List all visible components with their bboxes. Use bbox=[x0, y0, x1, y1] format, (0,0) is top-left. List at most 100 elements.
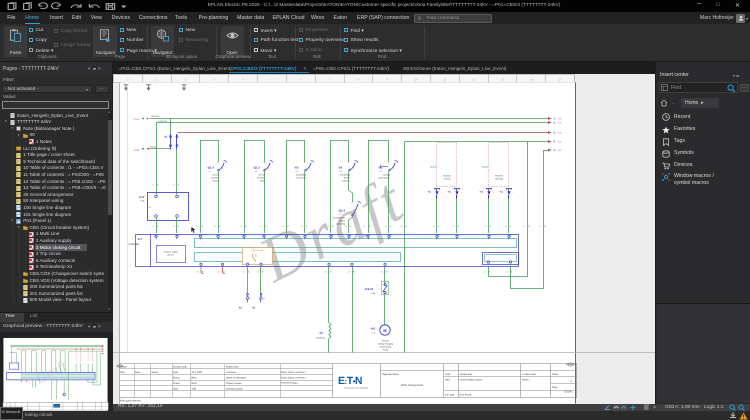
svg-text:Code: Code bbox=[445, 373, 451, 376]
svg-text:motor: motor bbox=[383, 349, 389, 352]
svg-text:D: D bbox=[554, 122, 556, 125]
svg-text:2: 2 bbox=[304, 161, 305, 164]
svg-text:=: = bbox=[493, 192, 494, 194]
svg-text:Date: Date bbox=[135, 371, 141, 374]
svg-text:opening: opening bbox=[495, 178, 504, 181]
svg-text:Status: Status bbox=[121, 366, 128, 369]
svg-text:-X1: -X1 bbox=[427, 191, 431, 194]
svg-text:-X1: -X1 bbox=[447, 191, 451, 194]
svg-text:System data: System data bbox=[460, 373, 473, 376]
svg-text:Remote: Remote bbox=[495, 175, 503, 178]
svg-text:selector: selector bbox=[342, 180, 350, 183]
svg-text:Powering Business Worldwide: Powering Business Worldwide bbox=[344, 386, 368, 389]
svg-text:24VDC: 24VDC bbox=[382, 340, 389, 343]
svg-text:blocking: blocking bbox=[317, 336, 326, 339]
svg-text:Inst. type: Inst. type bbox=[445, 393, 455, 396]
svg-text:2: 2 bbox=[351, 202, 352, 205]
svg-text:-Q1.3: -Q1.3 bbox=[253, 167, 260, 170]
svg-text:-X1: -X1 bbox=[479, 191, 483, 194]
svg-text:1: 1 bbox=[179, 218, 180, 221]
svg-text:=: = bbox=[513, 192, 514, 194]
svg-text:-K7: -K7 bbox=[138, 237, 143, 241]
svg-text:M: M bbox=[383, 329, 386, 333]
svg-text:-X1: -X1 bbox=[252, 307, 257, 310]
svg-text:C: C bbox=[554, 118, 556, 121]
svg-text:24-B: 24-B bbox=[134, 149, 139, 152]
svg-text:-Q1.4: -Q1.4 bbox=[207, 167, 214, 170]
svg-text:Date: Date bbox=[173, 371, 179, 374]
svg-text:Drawn: Drawn bbox=[173, 377, 180, 380]
svg-text:spring charging: spring charging bbox=[378, 343, 394, 346]
svg-text:1: 1 bbox=[179, 194, 180, 197]
svg-text:2: 2 bbox=[388, 161, 389, 164]
svg-text:E:T•N: E:T•N bbox=[338, 375, 362, 387]
svg-text:-K12: -K12 bbox=[139, 196, 145, 199]
svg-text:2: 2 bbox=[348, 161, 349, 164]
svg-text:1: 1 bbox=[309, 167, 310, 170]
svg-text:Appr.: Appr. bbox=[173, 388, 179, 391]
svg-text:1: 1 bbox=[393, 167, 394, 170]
svg-text:Rev.: Rev. bbox=[121, 371, 126, 374]
svg-text:Drawing number: Drawing number bbox=[226, 388, 243, 391]
svg-text:push-button: push-button bbox=[378, 177, 390, 180]
svg-text:Controller: Controller bbox=[129, 243, 140, 246]
svg-text:Panel 1: Panel 1 bbox=[522, 379, 531, 382]
svg-text:15/160: 15/160 bbox=[564, 390, 572, 393]
svg-text:Eaton_Eplan Live Event: Eaton_Eplan Live Event bbox=[281, 377, 306, 380]
svg-text:Sheet: Sheet bbox=[552, 373, 558, 376]
svg-text:closed: closed bbox=[212, 180, 219, 183]
svg-text:1a: 1a bbox=[250, 297, 252, 300]
svg-text:CBS: CBS bbox=[445, 379, 450, 382]
svg-text:1: 1 bbox=[158, 218, 159, 221]
svg-text:G: G bbox=[554, 149, 556, 152]
svg-text:Project data: Project data bbox=[226, 366, 239, 369]
svg-text:2: 2 bbox=[217, 161, 218, 164]
svg-text:Location data: Location data bbox=[522, 373, 537, 376]
svg-text:Circuit: Circuit bbox=[213, 174, 220, 177]
svg-text:1: 1 bbox=[353, 167, 354, 170]
svg-text:Name of switchgear: Name of switchgear bbox=[226, 377, 247, 380]
svg-text:-L24V DC: -L24V DC bbox=[158, 120, 168, 123]
svg-text:Page: Page bbox=[552, 386, 558, 389]
svg-text:Name: Name bbox=[152, 371, 159, 374]
svg-text:Auxiliary supply: Auxiliary supply bbox=[164, 251, 178, 254]
svg-text:Customer: Customer bbox=[226, 371, 236, 374]
svg-text:Check.: Check. bbox=[173, 382, 181, 385]
svg-text:-X1: -X1 bbox=[499, 191, 503, 194]
svg-text:EAR rights reserved: EAR rights reserved bbox=[120, 400, 141, 403]
svg-text:=: = bbox=[461, 192, 462, 194]
svg-text:BRC: BRC bbox=[192, 377, 197, 380]
svg-text:EXT: EXT bbox=[431, 165, 437, 169]
svg-text:remote ready: remote ready bbox=[252, 249, 264, 252]
svg-text:-X1: -X1 bbox=[164, 136, 169, 139]
svg-text:breaker: breaker bbox=[211, 177, 219, 180]
svg-text:-Y5: -Y5 bbox=[319, 331, 324, 335]
svg-text:Remote: Remote bbox=[443, 175, 451, 178]
svg-text:Changeover: Changeover bbox=[333, 217, 345, 220]
svg-text:-K9-X1: -K9-X1 bbox=[365, 287, 374, 291]
svg-text:Eaton_Eplan Live Event: Eaton_Eplan Live Event bbox=[281, 371, 306, 374]
svg-text:Controlled: Controlled bbox=[340, 174, 351, 177]
svg-text:by the S0: by the S0 bbox=[297, 177, 307, 180]
svg-text:1: 1 bbox=[268, 167, 269, 170]
svg-text:Closing: Closing bbox=[383, 174, 391, 177]
svg-text:RSN: RSN bbox=[192, 382, 197, 385]
svg-text:closing: closing bbox=[444, 178, 452, 181]
svg-text:Circuit breaker system: Circuit breaker system bbox=[460, 379, 483, 382]
svg-text:Motor closing circuit: Motor closing circuit bbox=[401, 384, 423, 387]
svg-text:-X1: -X1 bbox=[238, 307, 243, 310]
svg-text:Project number: Project number bbox=[226, 382, 242, 385]
svg-text:Creation data: Creation data bbox=[173, 366, 188, 369]
svg-text:SSB: SSB bbox=[192, 388, 197, 391]
svg-text:24-A: 24-A bbox=[134, 118, 139, 121]
svg-text:1: 1 bbox=[356, 212, 357, 215]
svg-text:1a: 1a bbox=[263, 297, 265, 300]
svg-text:TTTTTTTT-24kv: TTTTTTTT-24kv bbox=[281, 382, 299, 385]
svg-text:E: E bbox=[554, 132, 556, 135]
svg-text:Circuit: Circuit bbox=[259, 174, 266, 177]
svg-text:-M1: -M1 bbox=[371, 327, 376, 331]
svg-text:breaker: breaker bbox=[257, 177, 265, 180]
svg-text:23-1-2025: 23-1-2025 bbox=[192, 371, 203, 374]
svg-text:Controlled: Controlled bbox=[296, 174, 307, 177]
svg-text:1: 1 bbox=[158, 194, 159, 197]
